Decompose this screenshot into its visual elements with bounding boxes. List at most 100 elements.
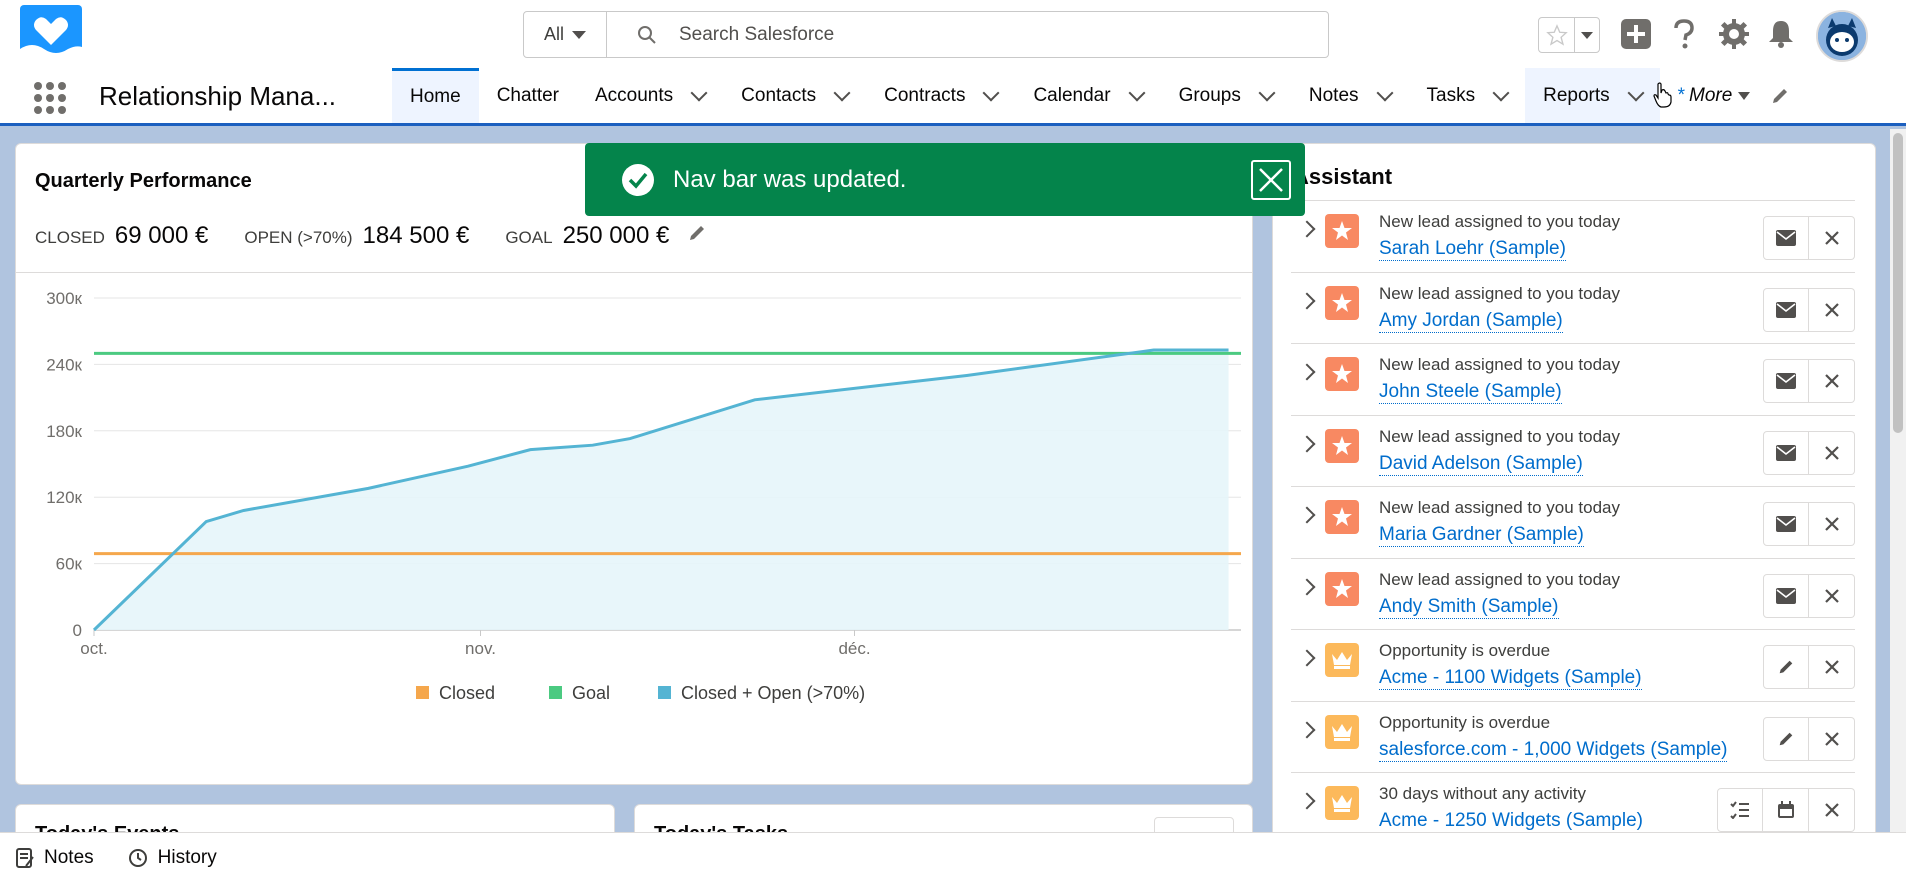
assistant-item: New lead assigned to you today Amy Jordan… xyxy=(1291,271,1855,344)
dismiss-button[interactable] xyxy=(1809,502,1855,546)
send-email-button[interactable] xyxy=(1763,430,1809,475)
dismiss-button[interactable] xyxy=(1809,788,1855,832)
assistant-item-actions xyxy=(1763,430,1855,475)
help-button[interactable] xyxy=(1666,14,1702,54)
tab-chatter[interactable]: Chatter xyxy=(479,68,577,123)
caret-down-icon xyxy=(1581,31,1593,39)
assistant-item-description: New lead assigned to you today xyxy=(1379,498,1620,517)
y-tick-label: 0 xyxy=(73,621,82,640)
dismiss-button[interactable] xyxy=(1809,716,1855,761)
legend-swatch xyxy=(549,686,562,699)
new-task-button[interactable] xyxy=(1717,788,1763,832)
tab-contacts[interactable]: Contacts xyxy=(723,68,866,123)
chevron-down-icon[interactable] xyxy=(1492,84,1510,101)
expand-chevron-icon[interactable] xyxy=(1298,292,1316,309)
open-value: 184 500 € xyxy=(362,222,470,249)
assistant-item-description: Opportunity is overdue xyxy=(1379,641,1551,660)
chevron-down-icon[interactable] xyxy=(690,84,708,101)
tab-label: Home xyxy=(410,86,461,107)
page-scrollbar[interactable] xyxy=(1890,129,1906,832)
utility-history-label: History xyxy=(157,847,217,868)
favorites-list-button[interactable] xyxy=(1575,18,1599,52)
tab-groups[interactable]: Groups xyxy=(1161,68,1291,123)
dismiss-button[interactable] xyxy=(1809,216,1855,260)
setup-button[interactable] xyxy=(1716,14,1752,54)
legend-label: Closed xyxy=(439,683,495,703)
send-email-button[interactable] xyxy=(1763,502,1809,546)
send-email-button[interactable] xyxy=(1763,216,1809,260)
close-icon xyxy=(1824,588,1839,603)
edit-opportunity-button[interactable] xyxy=(1763,645,1809,689)
expand-chevron-icon[interactable] xyxy=(1298,649,1316,667)
lead-icon xyxy=(1332,221,1352,240)
notifications-button[interactable] xyxy=(1763,14,1799,54)
tasks-filter-button[interactable] xyxy=(1154,817,1234,832)
assistant-item-link[interactable]: David Adelson (Sample) xyxy=(1379,453,1583,476)
toast-close-button[interactable] xyxy=(1251,160,1291,200)
assistant-item-link[interactable]: Andy Smith (Sample) xyxy=(1379,596,1559,619)
dismiss-button[interactable] xyxy=(1809,645,1855,689)
favorites-star-button[interactable] xyxy=(1539,18,1575,52)
scrollbar-thumb[interactable] xyxy=(1893,133,1903,433)
send-email-button[interactable] xyxy=(1763,287,1809,332)
assistant-list: New lead assigned to you today Sarah Loeh… xyxy=(1291,200,1855,832)
tab-notes[interactable]: Notes xyxy=(1291,68,1409,123)
launcher-dot-icon xyxy=(58,94,66,102)
expand-chevron-icon[interactable] xyxy=(1298,792,1316,810)
global-actions-button[interactable] xyxy=(1618,14,1654,54)
assistant-item-link[interactable]: Amy Jordan (Sample) xyxy=(1379,310,1563,333)
tab-more[interactable]: * More xyxy=(1660,68,1761,123)
assistant-item-link[interactable]: Sarah Loehr (Sample) xyxy=(1379,238,1566,261)
edit-goal-pencil-icon[interactable] xyxy=(687,223,707,243)
close-icon xyxy=(1824,803,1839,817)
assistant-item-link[interactable]: salesforce.com - 1,000 Widgets (Sample) xyxy=(1379,739,1728,762)
tab-home[interactable]: Home xyxy=(392,68,479,123)
send-email-button[interactable] xyxy=(1763,573,1809,618)
org-logo[interactable] xyxy=(20,5,82,61)
expand-chevron-icon[interactable] xyxy=(1298,363,1316,381)
dismiss-button[interactable] xyxy=(1809,287,1855,332)
assistant-item-actions xyxy=(1763,216,1855,260)
chevron-down-icon[interactable] xyxy=(1627,84,1645,101)
expand-chevron-icon[interactable] xyxy=(1298,578,1316,595)
utility-notes-button[interactable]: Notes xyxy=(16,847,94,869)
assistant-item-link[interactable]: John Steele (Sample) xyxy=(1379,381,1562,404)
dismiss-button[interactable] xyxy=(1809,573,1855,618)
user-avatar[interactable] xyxy=(1816,10,1868,62)
chevron-down-icon[interactable] xyxy=(1128,84,1146,101)
chevron-down-icon[interactable] xyxy=(1258,84,1276,101)
tab-reports[interactable]: Reports xyxy=(1525,68,1660,123)
tab-label: Groups xyxy=(1178,84,1241,106)
expand-chevron-icon[interactable] xyxy=(1298,435,1316,452)
edit-nav-button[interactable] xyxy=(1760,68,1800,123)
assistant-item-link[interactable]: Acme - 1100 Widgets (Sample) xyxy=(1379,667,1642,690)
clock-icon xyxy=(128,849,147,867)
search-input[interactable] xyxy=(679,23,1279,46)
calendar-icon xyxy=(1777,801,1794,818)
tab-calendar[interactable]: Calendar xyxy=(1015,68,1160,123)
email-icon xyxy=(1776,230,1796,246)
expand-chevron-icon[interactable] xyxy=(1298,721,1316,738)
assistant-item-link[interactable]: Acme - 1250 Widgets (Sample) xyxy=(1379,810,1643,832)
card-title: Today's Events xyxy=(35,823,179,832)
tab-tasks[interactable]: Tasks xyxy=(1409,68,1526,123)
expand-chevron-icon[interactable] xyxy=(1298,220,1316,238)
app-launcher-button[interactable] xyxy=(34,82,66,114)
search-scope-dropdown[interactable]: All xyxy=(524,12,607,57)
close-icon xyxy=(1824,374,1839,388)
new-event-button[interactable] xyxy=(1763,788,1809,832)
tab-accounts[interactable]: Accounts xyxy=(577,68,723,123)
expand-chevron-icon[interactable] xyxy=(1298,506,1316,524)
dismiss-button[interactable] xyxy=(1809,430,1855,475)
utility-history-button[interactable]: History xyxy=(128,847,217,869)
assistant-item-link[interactable]: Maria Gardner (Sample) xyxy=(1379,524,1584,547)
launcher-dot-icon xyxy=(58,106,66,114)
chevron-down-icon[interactable] xyxy=(1376,84,1394,101)
dismiss-button[interactable] xyxy=(1809,359,1855,403)
lead-icon xyxy=(1332,435,1352,455)
edit-opportunity-button[interactable] xyxy=(1763,716,1809,761)
tab-contracts[interactable]: Contracts xyxy=(866,68,1015,123)
send-email-button[interactable] xyxy=(1763,359,1809,403)
chevron-down-icon[interactable] xyxy=(833,84,851,101)
chevron-down-icon[interactable] xyxy=(982,84,1000,101)
